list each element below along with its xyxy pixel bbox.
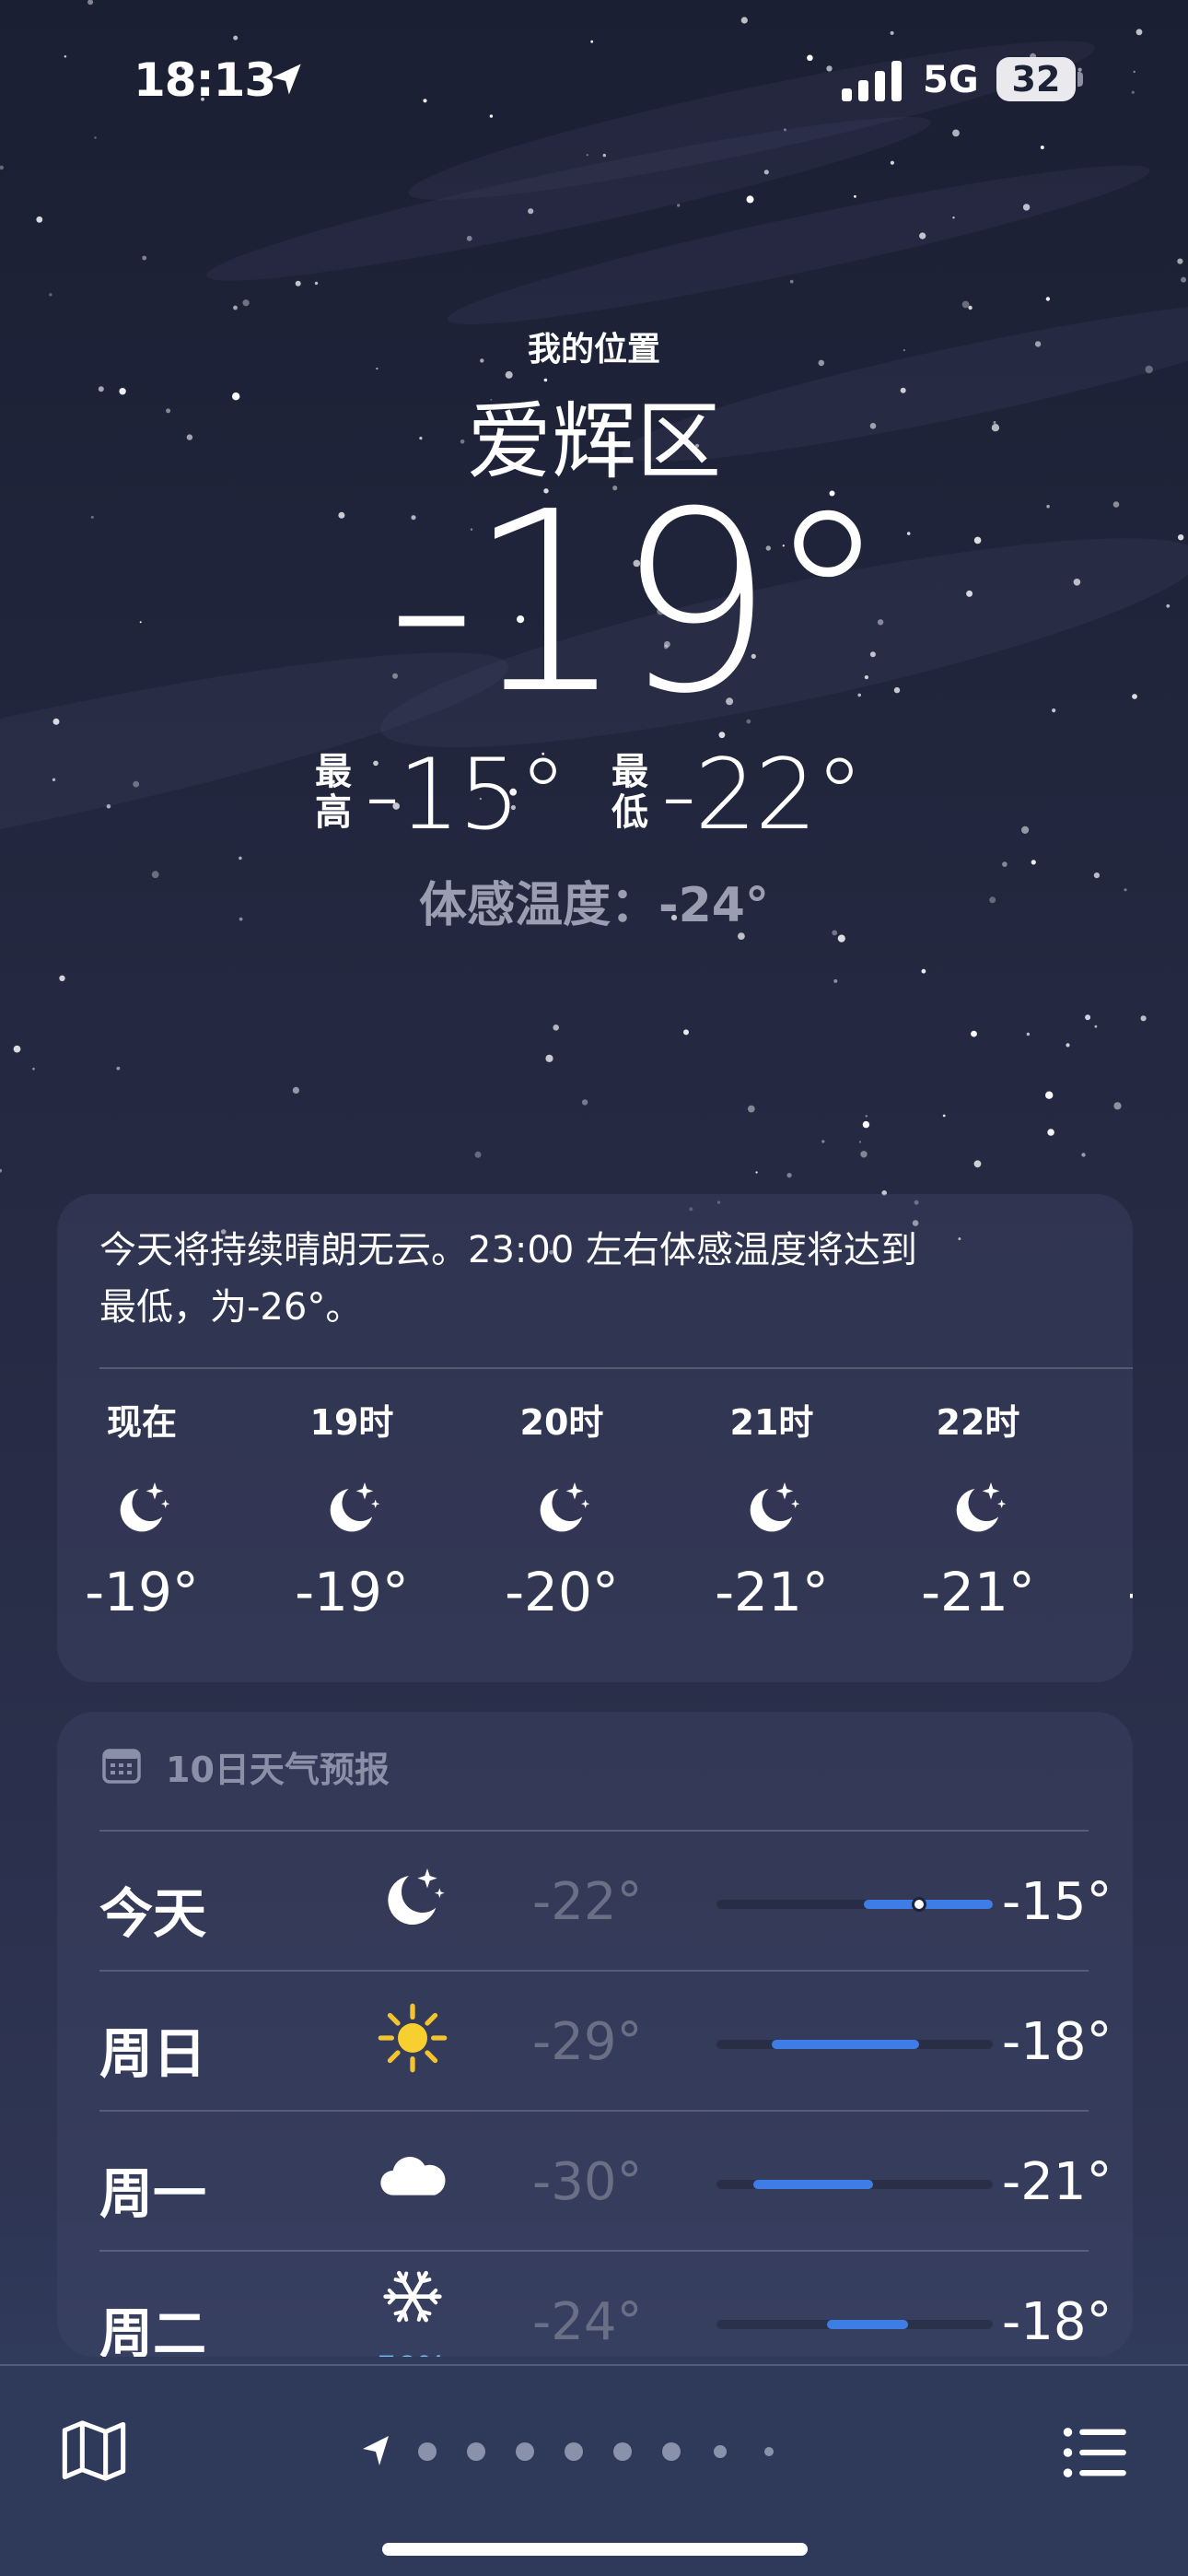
temp-range-bar — [716, 2320, 993, 2329]
row-divider — [99, 2110, 1089, 2112]
hour-time: 现在 — [106, 1402, 177, 1443]
hour-time: 21时 — [729, 1402, 814, 1443]
temp-range-bar — [716, 1897, 993, 1912]
day-label: 周二 — [99, 2302, 207, 2357]
hour-time: 23时 — [1111, 1395, 1133, 1450]
cellular-signal-icon — [842, 61, 902, 101]
temp-range-bar — [716, 2180, 993, 2189]
my-location-label: 我的位置 — [527, 331, 660, 369]
forecast-day-row[interactable]: 周一 -30° -21° — [99, 2113, 1112, 2252]
status-bar: 18:13 5G 32 — [0, 0, 1188, 138]
forecast-title: 10日天气预报 — [166, 1750, 390, 1790]
day-label: 周一 — [99, 2162, 207, 2225]
page-dot[interactable] — [418, 2442, 437, 2461]
hourly-item: 21时 -21° — [698, 1395, 845, 1623]
page-dot[interactable] — [764, 2447, 774, 2456]
high-temperature: -15° — [365, 738, 567, 851]
hour-time: 22时 — [936, 1402, 1020, 1443]
day-high-temp: -21° — [1002, 2152, 1112, 2212]
temp-range-fill — [827, 2320, 908, 2329]
hour-temperature: -19° — [295, 1561, 409, 1623]
hour-temperature: -19° — [85, 1561, 199, 1623]
toolbar-divider — [0, 2364, 1188, 2366]
hourly-item: 19时 -19° — [278, 1395, 425, 1623]
hour-temperature: -21° — [921, 1561, 1035, 1623]
moon-stars-icon — [120, 1482, 170, 1532]
hourly-forecast-card[interactable]: 今天将持续晴朗无云。23:00 左右体感温度将达到 最低，为-26°。 现在 -1… — [57, 1194, 1133, 1682]
day-high-temp: -15° — [1002, 1872, 1112, 1932]
forecast-day-row[interactable]: 周日 -29° -18° — [99, 1973, 1112, 2112]
moon-stars-icon — [388, 1868, 445, 1926]
row-divider — [99, 1830, 1089, 1832]
battery-indicator: 32 — [996, 57, 1076, 101]
hourly-item: 22时 -21° — [904, 1395, 1052, 1623]
temp-range-bar — [716, 2040, 993, 2049]
page-dot[interactable] — [662, 2442, 681, 2461]
temp-range-fill — [753, 2180, 873, 2189]
cloud-icon — [380, 2156, 446, 2195]
moon-stars-icon — [330, 1482, 380, 1532]
day-low-temp: -24° — [532, 2292, 643, 2352]
hourly-item: 23时 -22° — [1111, 1395, 1133, 1623]
high-label: 最高 — [315, 751, 352, 834]
ten-day-forecast-card[interactable]: 10日天气预报 今天 -22° -15° 周日 -29° -18° 周一 -30° -21° 周二… — [57, 1712, 1133, 2357]
hourly-item: 20时 -20° — [488, 1395, 635, 1623]
day-high-temp: -18° — [1002, 2012, 1112, 2072]
weather-summary: 今天将持续晴朗无云。23:00 左右体感温度将达到 最低，为-26°。 — [99, 1222, 1094, 1336]
home-indicator[interactable] — [382, 2543, 808, 2556]
map-icon[interactable] — [59, 2416, 129, 2486]
row-divider — [99, 1970, 1089, 1972]
hour-temperature: -21° — [715, 1561, 829, 1623]
moon-stars-icon — [750, 1482, 800, 1532]
page-dot[interactable] — [714, 2445, 727, 2458]
page-dot[interactable] — [565, 2442, 583, 2461]
row-divider — [99, 2250, 1089, 2252]
location-page-arrow-icon — [363, 2436, 389, 2465]
feels-like: 体感温度：-24° — [419, 878, 769, 933]
moon-stars-icon — [956, 1482, 1007, 1532]
forecast-day-row[interactable]: 今天 -22° -15° — [99, 1833, 1112, 1972]
day-high-temp: -18° — [1002, 2292, 1112, 2352]
day-low-temp: -29° — [532, 2012, 643, 2072]
snowflake-icon — [383, 2270, 442, 2323]
hour-time: 20时 — [519, 1402, 604, 1443]
temp-range-fill — [772, 2040, 919, 2049]
day-label: 周日 — [99, 2022, 207, 2085]
moon-stars-icon — [540, 1482, 590, 1532]
forecast-day-row[interactable]: 周二 50% -24° -18° — [99, 2254, 1112, 2357]
sun-icon — [378, 2003, 448, 2073]
hourly-item: 现在 -19° — [68, 1395, 215, 1623]
summary-line-1: 今天将持续晴朗无云。23:00 左右体感温度将达到 — [99, 1229, 917, 1271]
temp-range-fill — [864, 1900, 993, 1909]
summary-divider — [99, 1367, 1133, 1369]
hour-temperature: -20° — [505, 1561, 619, 1623]
day-low-temp: -22° — [532, 1872, 643, 1932]
day-label: 今天 — [99, 1882, 207, 1945]
page-indicator[interactable] — [357, 2429, 836, 2475]
network-type: 5G — [923, 59, 979, 101]
current-temperature: -19° — [387, 458, 890, 748]
calendar-icon — [102, 1749, 141, 1784]
location-arrow-icon — [272, 64, 301, 95]
list-icon[interactable] — [1059, 2418, 1129, 2488]
summary-line-2: 最低，为-26°。 — [99, 1286, 363, 1329]
current-temp-marker — [912, 1897, 926, 1912]
page-dot[interactable] — [613, 2442, 632, 2461]
page-dot[interactable] — [467, 2442, 485, 2461]
low-label: 最低 — [611, 751, 648, 834]
status-time: 18:13 — [134, 53, 276, 107]
battery-cap — [1077, 72, 1083, 87]
day-low-temp: -30° — [532, 2152, 643, 2212]
low-temperature: -22° — [661, 738, 864, 851]
high-temp-group: 最高 -15° — [313, 744, 589, 846]
bottom-toolbar — [0, 2364, 1188, 2576]
precipitation-chance: 50% — [361, 2349, 462, 2357]
hour-temperature: -22° — [1111, 1561, 1133, 1623]
low-temp-group: 最低 -22° — [610, 744, 886, 846]
hour-time: 19时 — [309, 1402, 394, 1443]
page-dot[interactable] — [516, 2442, 534, 2461]
